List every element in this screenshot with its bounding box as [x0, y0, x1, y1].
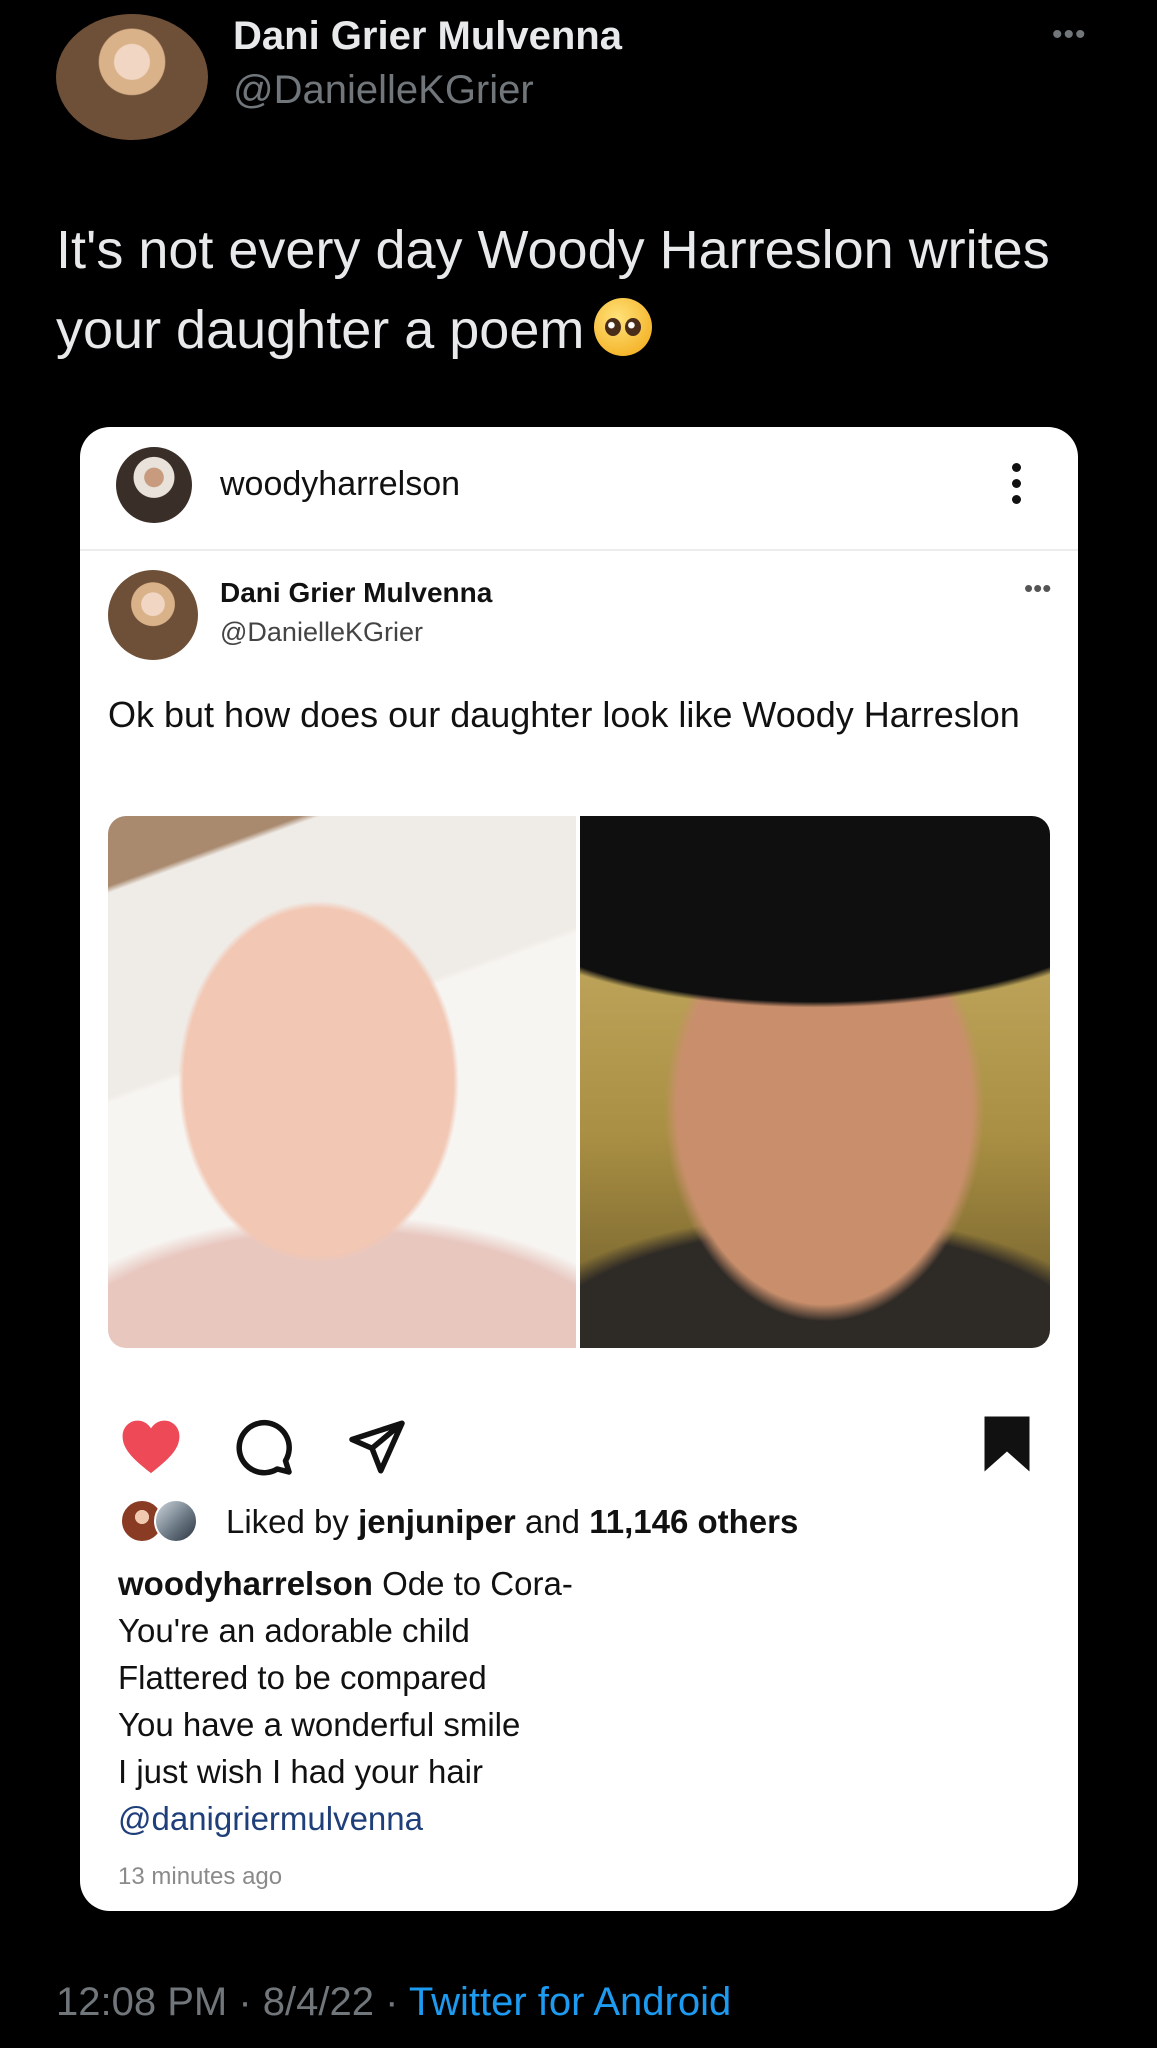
- caption-line: Flattered to be compared: [118, 1659, 487, 1696]
- tweet-metadata: 12:08 PM · 8/4/22 · Twitter for Android: [56, 1980, 731, 2025]
- likes-middle: and: [524, 1503, 581, 1540]
- embedded-author-name: Dani Grier Mulvenna: [220, 577, 493, 608]
- divider: [80, 549, 1078, 551]
- author-avatar[interactable]: [56, 14, 208, 140]
- tweet-source-link[interactable]: Twitter for Android: [409, 1980, 731, 2024]
- tweet-time[interactable]: 12:08 PM: [56, 1980, 227, 2024]
- embedded-author-avatar: [108, 570, 198, 660]
- comment-icon[interactable]: [234, 1417, 294, 1477]
- caption-first-line: woodyharrelson Ode to Cora-: [118, 1565, 573, 1603]
- tweet-date[interactable]: 8/4/22: [263, 1980, 374, 2024]
- embedded-tweet-text: Ok but how does our daughter look like W…: [108, 694, 1020, 735]
- tweet-text-content: It's not every day Woody Harreslon write…: [56, 220, 1050, 360]
- liker-avatar: [154, 1499, 198, 1543]
- ig-user-avatar[interactable]: [116, 447, 192, 523]
- more-options-icon[interactable]: •••: [1052, 18, 1087, 52]
- embedded-author-handle: @DanielleKGrier: [220, 617, 423, 647]
- caption-mention-link[interactable]: @danigriermulvenna: [118, 1800, 423, 1838]
- likes-prefix: Liked by: [226, 1503, 349, 1540]
- caption-username[interactable]: woodyharrelson: [118, 1565, 373, 1602]
- bookmark-icon[interactable]: [982, 1413, 1032, 1475]
- embedded-more-icon: •••: [1024, 573, 1052, 603]
- caption-line: You're an adorable child: [118, 1612, 470, 1649]
- share-icon[interactable]: [346, 1417, 408, 1477]
- tweet-text: It's not every day Woody Harreslon write…: [56, 210, 1106, 370]
- kebab-menu-icon[interactable]: [1012, 463, 1024, 513]
- tweet-media-image[interactable]: woodyharrelson Dani Grier Mulvenna @Dani…: [80, 427, 1078, 1911]
- likes-summary[interactable]: Liked by jenjuniper and 11,146 others: [226, 1503, 798, 1541]
- separator: ·: [385, 1980, 399, 2024]
- post-timestamp: 13 minutes ago: [118, 1863, 283, 1890]
- author-handle[interactable]: @DanielleKGrier: [233, 68, 534, 113]
- separator: ·: [238, 1980, 252, 2024]
- woody-photo: [580, 816, 1050, 1348]
- caption-line: I just wish I had your hair: [118, 1753, 483, 1790]
- caption-title: Ode to Cora-: [382, 1565, 573, 1602]
- pleading-face-emoji-icon: [594, 298, 653, 356]
- author-name[interactable]: Dani Grier Mulvenna: [233, 14, 622, 59]
- ig-username[interactable]: woodyharrelson: [220, 465, 460, 504]
- liker-username[interactable]: jenjuniper: [358, 1503, 516, 1540]
- caption-line: You have a wonderful smile: [118, 1706, 521, 1743]
- baby-photo: [108, 816, 576, 1348]
- likes-count[interactable]: 11,146 others: [589, 1503, 798, 1540]
- heart-icon[interactable]: [120, 1417, 182, 1475]
